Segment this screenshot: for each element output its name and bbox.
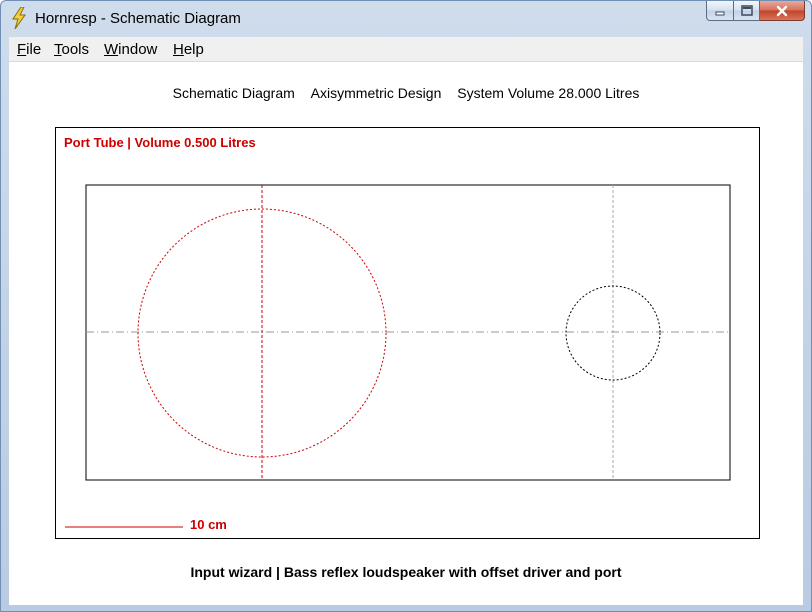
- schematic-drawing: [65, 184, 731, 528]
- menu-help-mnemonic: H: [173, 41, 184, 58]
- menu-file[interactable]: File: [17, 41, 41, 58]
- menu-window-mnemonic: W: [104, 41, 119, 58]
- menu-file-mnemonic: F: [17, 41, 27, 58]
- menu-tools-label: ools: [61, 41, 90, 58]
- main-window: Hornresp - Schematic Diagram File Tools …: [0, 0, 812, 612]
- caption-buttons: [706, 1, 805, 21]
- design-type: Axisymmetric Design: [310, 85, 442, 101]
- system-volume: System Volume 28.000 Litres: [457, 85, 640, 101]
- minimize-button[interactable]: [706, 1, 734, 21]
- scale-label: 10 cm: [190, 517, 227, 532]
- maximize-icon: [740, 4, 753, 16]
- wizard-description: Input wizard | Bass reflex loudspeaker w…: [190, 564, 622, 580]
- menu-bar: File Tools Window Help: [9, 37, 803, 62]
- port-tube-label: Port Tube | Volume 0.500 Litres: [64, 135, 256, 150]
- menu-tools-mnemonic: T: [54, 41, 62, 58]
- menu-tools[interactable]: Tools: [54, 41, 89, 58]
- client-area: Schematic Diagram Axisymmetric Design Sy…: [9, 62, 803, 605]
- menu-window[interactable]: Window: [104, 41, 157, 58]
- close-icon: [776, 5, 788, 16]
- minimize-icon: [715, 11, 725, 15]
- close-button[interactable]: [760, 1, 805, 21]
- menu-help-label: elp: [183, 41, 204, 58]
- maximize-button[interactable]: [734, 1, 760, 21]
- menu-file-label: ile: [26, 41, 42, 58]
- diagram-header: Schematic Diagram Axisymmetric Design Sy…: [9, 85, 803, 101]
- lightning-bolt-icon: [12, 7, 26, 29]
- window-title: Hornresp - Schematic Diagram: [35, 10, 241, 27]
- diagram-title: Schematic Diagram: [172, 85, 295, 101]
- schematic-diagram[interactable]: Port Tube | Volume 0.500 Litres 10 cm: [55, 127, 760, 539]
- menu-help[interactable]: Help: [173, 41, 204, 58]
- title-bar[interactable]: Hornresp - Schematic Diagram: [1, 1, 811, 37]
- menu-window-label: indow: [118, 41, 158, 58]
